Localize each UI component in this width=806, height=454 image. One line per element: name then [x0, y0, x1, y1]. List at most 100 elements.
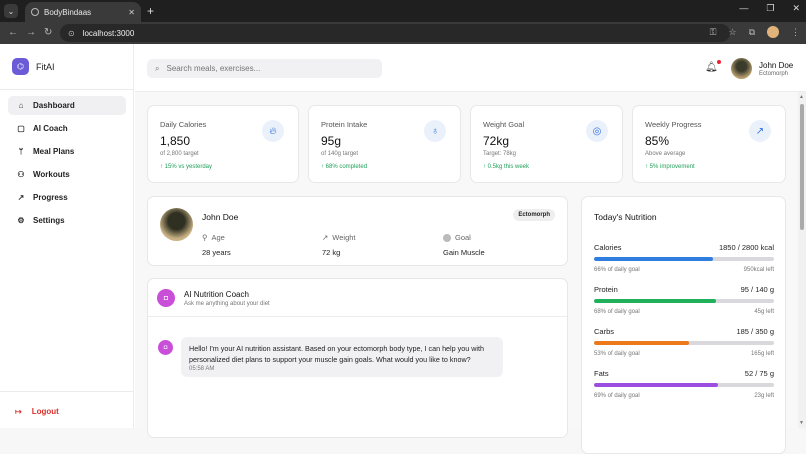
sidebar-nav: ⌂ Dashboard ▢ AI Coach ᛘ Meal Plans ⚇ Wo…: [8, 96, 126, 234]
user-name: John Doe: [759, 61, 794, 70]
sidebar-item-label: Settings: [33, 216, 65, 225]
apple-icon: ♁: [424, 120, 446, 142]
profile-field-value: 28 years: [202, 248, 231, 257]
sidebar-divider: [0, 89, 134, 90]
address-bar[interactable]: ⊙ localhost:3000: [60, 24, 730, 42]
brand[interactable]: ⌬ FitAI: [12, 58, 55, 75]
coach-title: AI Nutrition Coach: [184, 290, 249, 299]
browser-tab[interactable]: BodyBindaas ✕: [25, 2, 141, 22]
nutrition-title: Today's Nutrition: [594, 212, 657, 222]
stat-label: Protein Intake: [321, 120, 368, 129]
bot-icon: ◘: [157, 289, 175, 307]
sidebar-bottom-divider: [0, 391, 134, 392]
stat-trend: ↑ 15% vs yesterday: [160, 164, 213, 170]
sidebar-item-ai-coach[interactable]: ▢ AI Coach: [8, 119, 126, 138]
nutrition-item-left: 950kcal left: [743, 267, 774, 273]
notification-bell-icon[interactable]: 🔔︎: [705, 60, 721, 73]
stat-label: Weekly Progress: [645, 120, 702, 129]
search-icon: ⌕: [155, 63, 160, 73]
profile-field-label: Goal: [455, 233, 471, 242]
nutrition-item-percent: 69% of daily goal: [594, 393, 640, 399]
stat-label: Weight Goal: [483, 120, 525, 129]
nutrition-item-percent: 68% of daily goal: [594, 309, 640, 315]
profile-field-weight: ↗ Weight 72 kg: [322, 233, 356, 257]
chat-message-time: 05:58 AM: [189, 366, 215, 372]
sidebar-item-workouts[interactable]: ⚇ Workouts: [8, 165, 126, 184]
search-input[interactable]: [166, 64, 367, 73]
browser-profile-avatar[interactable]: [767, 26, 779, 38]
nutrition-card: Today's Nutrition Calories 1850 / 2800 kc…: [581, 196, 786, 454]
key-icon[interactable]: ⚿: [710, 27, 717, 38]
scroll-down-icon[interactable]: ▼: [799, 420, 804, 426]
progress-bar: [594, 383, 774, 387]
trend-up-icon: ↗: [749, 120, 771, 142]
sidebar-item-meal-plans[interactable]: ᛘ Meal Plans: [8, 142, 126, 161]
nutrition-item-amount: 185 / 350 g: [736, 327, 774, 336]
nutrition-item-carbs: Carbs 185 / 350 g 53% of daily goal 165g l…: [594, 327, 774, 357]
avatar[interactable]: [731, 58, 752, 79]
extensions-icon[interactable]: ⧉: [749, 27, 755, 38]
profile-card: John Doe Ectomorph ⚲ Age 28 years ↗ Weight…: [147, 196, 568, 266]
status-badge: Ectomorph: [513, 209, 555, 221]
trend-icon: ↗: [17, 193, 25, 202]
new-tab-button[interactable]: +: [147, 4, 154, 18]
nutrition-item-name: Calories: [594, 243, 622, 252]
top-bar: ⌕ 🔔︎ John Doe Ectomorph: [135, 44, 806, 92]
menu-kebab-icon[interactable]: ⋮: [791, 27, 800, 38]
tab-search-button[interactable]: ⌄: [4, 4, 18, 18]
back-icon[interactable]: ←: [8, 27, 18, 38]
stat-sub: Target: 78kg: [483, 151, 517, 157]
profile-field-age: ⚲ Age 28 years: [202, 233, 231, 257]
bot-icon: ◘: [158, 340, 173, 355]
close-window-icon[interactable]: ✕: [792, 3, 800, 14]
chat-message-text: Hello! I'm your AI nutrition assistant. …: [189, 344, 485, 364]
stat-value: 85%: [645, 134, 670, 148]
nutrition-item-left: 45g left: [754, 309, 774, 315]
minimize-icon[interactable]: —: [739, 3, 748, 14]
sidebar-item-dashboard[interactable]: ⌂ Dashboard: [8, 96, 126, 115]
search-box[interactable]: ⌕: [147, 59, 382, 78]
tab-close-icon[interactable]: ✕: [128, 8, 135, 17]
sidebar-item-settings[interactable]: ⚙ Settings: [8, 211, 126, 230]
scrollbar-thumb[interactable]: [800, 104, 804, 230]
stat-value: 95g: [321, 134, 342, 148]
sidebar-item-progress[interactable]: ↗ Progress: [8, 188, 126, 207]
progress-fill: [594, 341, 690, 345]
browser-tab-strip: ⌄ BodyBindaas ✕ + — ❐ ✕: [0, 0, 806, 22]
progress-fill: [594, 383, 719, 387]
stat-card-daily-calories: Daily Calories 1,850 of 2,800 target ↑ 1…: [147, 105, 299, 183]
stat-card-weight-goal: Weight Goal 72kg Target: 78kg ↑ 0.5kg th…: [470, 105, 623, 183]
profile-field-goal: Goal Gain Muscle: [443, 233, 485, 257]
stat-card-protein-intake: Protein Intake 95g of 140g target ↑ 68% …: [308, 105, 461, 183]
trend-icon: ↗: [322, 233, 329, 242]
user-body-type: Ectomorph: [759, 71, 789, 77]
stat-sub: of 140g target: [321, 151, 359, 157]
site-info-icon[interactable]: ⊙: [68, 29, 75, 38]
reload-icon[interactable]: ↻: [44, 27, 52, 38]
target-icon: ◎: [586, 120, 608, 142]
forward-icon[interactable]: →: [26, 27, 36, 38]
notification-dot: [716, 60, 721, 64]
nutrition-item-percent: 53% of daily goal: [594, 351, 640, 357]
tab-favicon-icon: [31, 8, 39, 16]
brand-logo-icon: ⌬: [12, 58, 29, 75]
workout-icon: ⚇: [17, 170, 25, 179]
nutrition-item-amount: 95 / 140 g: [740, 285, 774, 294]
progress-fill: [594, 299, 717, 303]
nutrition-item-percent: 66% of daily goal: [594, 267, 640, 273]
logout-label: Logout: [31, 407, 59, 416]
stat-trend: ↑ 68% completed: [321, 164, 368, 170]
user-icon: ⚲: [202, 233, 208, 242]
stat-trend: ↑ 5% improvement: [645, 164, 695, 170]
page-scrollbar[interactable]: ▲ ▼: [798, 92, 806, 428]
logout-icon: ↦: [15, 407, 22, 416]
logout-button[interactable]: ↦ Logout: [15, 407, 59, 416]
gear-icon: ⚙: [17, 216, 25, 225]
nutrition-item-protein: Protein 95 / 140 g 68% of daily goal 45g l…: [594, 285, 774, 315]
goal-icon: [443, 233, 451, 242]
bookmark-star-icon[interactable]: ☆: [728, 27, 736, 38]
restore-icon[interactable]: ❐: [766, 3, 774, 14]
scroll-up-icon[interactable]: ▲: [799, 94, 804, 100]
progress-bar: [594, 341, 774, 345]
nutrition-item-name: Fats: [594, 369, 609, 378]
